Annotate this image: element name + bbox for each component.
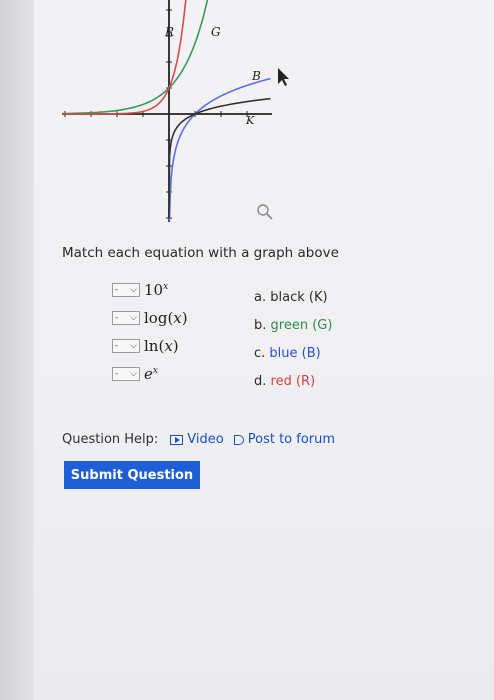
equation-row-1: - ⌵ 10x xyxy=(112,280,168,300)
mouse-cursor-icon xyxy=(278,68,289,86)
option-a: a. black (K) xyxy=(254,290,328,305)
post-to-forum-link[interactable]: Post to forum xyxy=(233,432,335,447)
instructions-text: Match each equation with a graph above xyxy=(62,245,339,261)
submit-question-button[interactable]: Submit Question xyxy=(64,461,200,489)
red-curve-R xyxy=(62,0,187,115)
green-curve-G xyxy=(62,0,209,115)
label-R: R xyxy=(164,25,174,39)
answer-select-1[interactable]: - ⌵ xyxy=(112,283,140,297)
chevron-down-icon: ⌵ xyxy=(130,341,137,351)
question-help: Question Help: Video Post to forum xyxy=(62,432,345,447)
zoom-magnifier-icon[interactable] xyxy=(257,204,273,220)
chevron-down-icon: ⌵ xyxy=(130,285,137,295)
screen-edge-shadow xyxy=(0,0,34,700)
label-B: B xyxy=(251,69,261,83)
video-link[interactable]: Video xyxy=(170,432,224,447)
label-G: G xyxy=(211,25,221,39)
function-graph: R G B K xyxy=(62,0,289,222)
label-K: K xyxy=(245,114,255,127)
chevron-down-icon: ⌵ xyxy=(130,313,137,323)
equation-log-x: log(x) xyxy=(144,309,188,327)
equation-row-2: - ⌵ log(x) xyxy=(112,308,188,328)
black-curve-K xyxy=(168,97,271,219)
forum-icon xyxy=(233,434,244,445)
option-c: c. blue (B) xyxy=(254,346,321,361)
equation-row-3: - ⌵ ln(x) xyxy=(112,336,179,356)
answer-select-4[interactable]: - ⌵ xyxy=(112,367,140,381)
equation-10-x: 10x xyxy=(144,281,169,299)
answer-select-2[interactable]: - ⌵ xyxy=(112,311,140,325)
option-b: b. green (G) xyxy=(254,318,333,333)
question-help-label: Question Help: xyxy=(62,432,159,447)
option-d: d. red (R) xyxy=(254,374,316,389)
equation-ln-x: ln(x) xyxy=(144,337,179,355)
answer-select-3[interactable]: - ⌵ xyxy=(112,339,140,353)
video-icon xyxy=(170,434,184,445)
equation-row-4: - ⌵ ex xyxy=(112,364,158,384)
equation-e-x: ex xyxy=(144,365,158,383)
chevron-down-icon: ⌵ xyxy=(130,369,137,379)
